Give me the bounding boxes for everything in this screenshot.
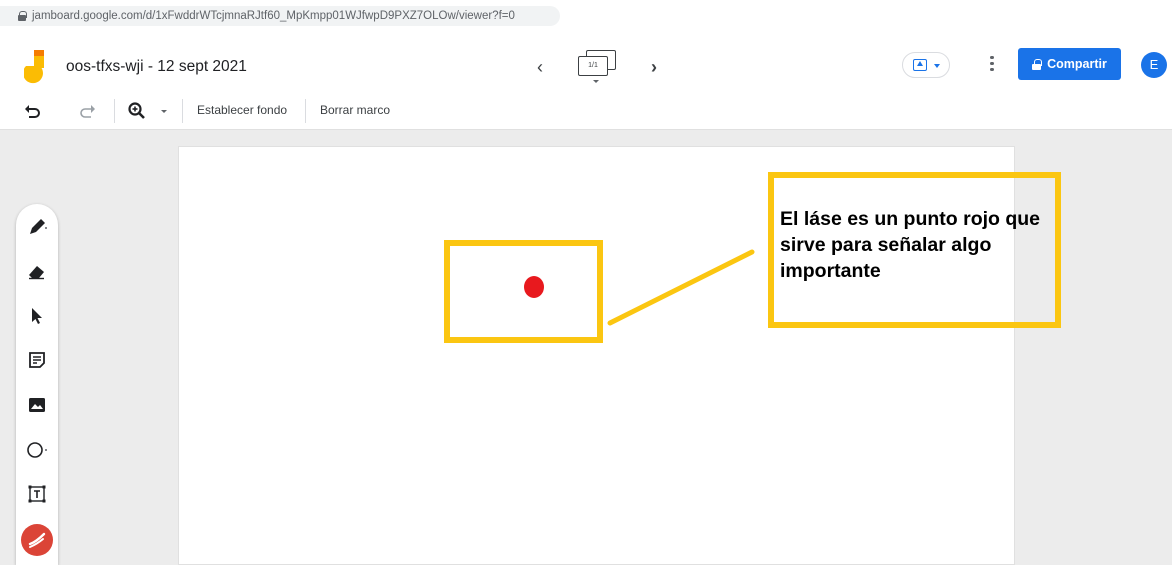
- chevron-down-icon: [934, 64, 940, 68]
- toolbar-divider: [114, 99, 115, 123]
- avatar[interactable]: E: [1141, 52, 1167, 78]
- lock-icon: [18, 11, 27, 21]
- sticky-note-icon[interactable]: [26, 349, 48, 371]
- more-options-icon[interactable]: [986, 53, 998, 77]
- redo-icon[interactable]: [78, 101, 98, 121]
- frame-counter: 1/1: [578, 56, 608, 76]
- laser-button[interactable]: [21, 524, 53, 556]
- frame-bar-toggle[interactable]: 1/1: [578, 50, 618, 83]
- text-box-icon[interactable]: [26, 483, 48, 505]
- select-icon[interactable]: [26, 305, 48, 327]
- browser-address-bar: jamboard.google.com/d/1xFwddrWTcjmnaRJtf…: [0, 0, 1172, 38]
- tool-rail: [16, 204, 58, 565]
- jamboard-logo-icon: [24, 50, 44, 84]
- chevron-down-icon[interactable]: [161, 110, 167, 113]
- present-button[interactable]: [902, 52, 950, 78]
- set-background-button[interactable]: Establecer fondo: [197, 103, 287, 117]
- present-screen-icon: [913, 59, 927, 71]
- toolbar-divider: [305, 99, 306, 123]
- lock-icon: [1032, 58, 1042, 70]
- edit-toolbar: [0, 92, 1172, 130]
- zoom-icon[interactable]: [127, 101, 147, 121]
- undo-icon[interactable]: [22, 101, 42, 121]
- chevron-down-icon: [593, 80, 599, 83]
- url-field[interactable]: jamboard.google.com/d/1xFwddrWTcjmnaRJtf…: [0, 6, 560, 26]
- chevron-right-icon[interactable]: ›: [642, 56, 666, 80]
- laser-icon: [28, 532, 46, 548]
- image-icon[interactable]: [26, 394, 48, 416]
- document-title[interactable]: oos-tfxs-wji - 12 sept 2021: [66, 58, 247, 76]
- toolbar-divider: [182, 99, 183, 123]
- pen-icon[interactable]: [26, 216, 48, 238]
- chevron-left-icon[interactable]: ‹: [528, 56, 552, 80]
- clear-frame-button[interactable]: Borrar marco: [320, 103, 390, 117]
- note-text[interactable]: El láse es un punto rojo que sirve para …: [780, 206, 1060, 284]
- share-button[interactable]: Compartir: [1018, 48, 1121, 80]
- share-label: Compartir: [1047, 57, 1107, 71]
- url-text: jamboard.google.com/d/1xFwddrWTcjmnaRJtf…: [32, 10, 515, 22]
- eraser-icon[interactable]: [26, 260, 48, 282]
- circle-icon[interactable]: [26, 439, 48, 461]
